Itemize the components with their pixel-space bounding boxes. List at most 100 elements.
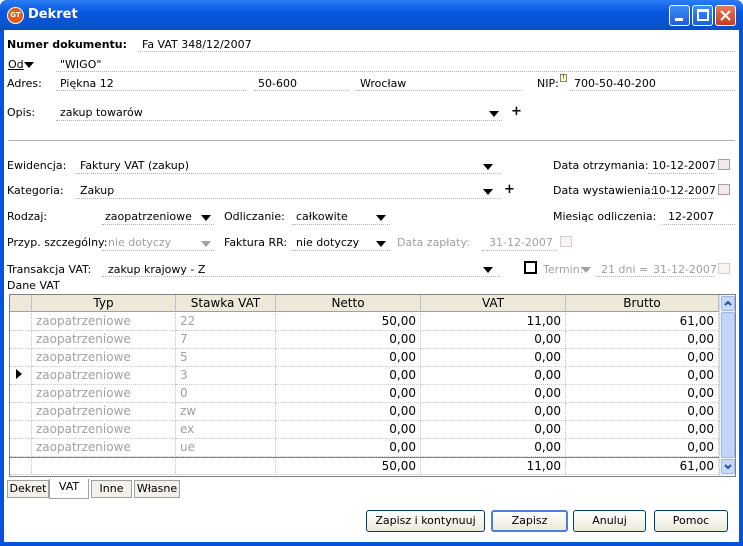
save-button[interactable]: Zapisz xyxy=(491,510,568,532)
postal-field[interactable]: 50-600 xyxy=(258,77,297,90)
cell-vat[interactable]: 0,00 xyxy=(421,385,566,403)
grid-header-stawka[interactable]: Stawka VAT xyxy=(176,295,276,312)
cell-stawka[interactable]: zw xyxy=(176,403,276,421)
cell-typ[interactable]: zaopatrzeniowe xyxy=(32,439,176,457)
cell-netto[interactable]: 0,00 xyxy=(276,349,421,367)
cell-stawka[interactable]: 5 xyxy=(176,349,276,367)
cell-stawka[interactable]: 7 xyxy=(176,331,276,349)
grid-header-brutto[interactable]: Brutto xyxy=(566,295,719,312)
transakcja-select[interactable]: zakup krajowy - Z xyxy=(108,263,205,276)
grid-header-netto[interactable]: Netto xyxy=(276,295,421,312)
row-indicator[interactable] xyxy=(10,313,32,331)
przyp-select[interactable]: nie dotyczy xyxy=(108,236,171,249)
cell-netto[interactable]: 50,00 xyxy=(276,313,421,331)
termin-date-field[interactable]: 31-12-2007 xyxy=(653,263,717,276)
help-button[interactable]: Pomoc xyxy=(654,510,728,532)
opis-add-icon[interactable]: + xyxy=(511,104,522,119)
tab-vat[interactable]: VAT xyxy=(49,479,89,499)
row-indicator[interactable] xyxy=(10,385,32,403)
cell-netto[interactable]: 0,00 xyxy=(276,421,421,439)
cell-stawka[interactable]: ex xyxy=(176,421,276,439)
cell-netto[interactable]: 0,00 xyxy=(276,439,421,457)
termin-chevron-down-icon[interactable] xyxy=(581,267,591,273)
row-indicator[interactable] xyxy=(10,367,32,385)
od-dropdown[interactable]: Od xyxy=(8,58,24,71)
cell-netto[interactable]: 0,00 xyxy=(276,385,421,403)
cell-vat[interactable]: 11,00 xyxy=(421,313,566,331)
cell-brutto[interactable]: 0,00 xyxy=(566,403,719,421)
cell-typ[interactable]: zaopatrzeniowe xyxy=(32,367,176,385)
cell-netto[interactable]: 0,00 xyxy=(276,367,421,385)
cell-vat[interactable]: 0,00 xyxy=(421,349,566,367)
od-chevron-down-icon[interactable] xyxy=(24,62,34,68)
cell-typ[interactable]: zaopatrzeniowe xyxy=(32,313,176,331)
odliczanie-chevron-down-icon[interactable] xyxy=(376,215,386,221)
cell-netto[interactable]: 0,00 xyxy=(276,403,421,421)
cell-typ[interactable]: zaopatrzeniowe xyxy=(32,331,176,349)
calendar-icon[interactable] xyxy=(718,159,730,170)
ewidencja-chevron-down-icon[interactable] xyxy=(483,164,493,170)
calendar-icon[interactable] xyxy=(718,184,730,195)
cell-typ[interactable]: zaopatrzeniowe xyxy=(32,349,176,367)
kategoria-add-icon[interactable]: + xyxy=(504,182,515,197)
cell-brutto[interactable]: 0,00 xyxy=(566,331,719,349)
row-indicator[interactable] xyxy=(10,403,32,421)
scroll-down-button[interactable] xyxy=(721,459,735,474)
tab-inne[interactable]: Inne xyxy=(91,480,132,498)
opis-field[interactable]: zakup towarów xyxy=(60,106,143,119)
od-field[interactable]: "WIGO" xyxy=(60,58,101,71)
cell-brutto[interactable]: 0,00 xyxy=(566,367,719,385)
cancel-button[interactable]: Anuluj xyxy=(573,510,646,532)
row-indicator[interactable] xyxy=(10,349,32,367)
cell-typ[interactable]: zaopatrzeniowe xyxy=(32,421,176,439)
title-bar[interactable]: GT Dekret xyxy=(0,0,743,30)
cell-vat[interactable]: 0,00 xyxy=(421,421,566,439)
data-otrzymania-field[interactable]: 10-12-2007 xyxy=(652,159,716,172)
cell-netto[interactable]: 0,00 xyxy=(276,331,421,349)
nip-info-icon[interactable]: ! xyxy=(560,74,567,82)
grid-header-vat[interactable]: VAT xyxy=(421,295,566,312)
calendar-icon[interactable] xyxy=(560,236,572,247)
cell-vat[interactable]: 0,00 xyxy=(421,439,566,457)
row-indicator[interactable] xyxy=(10,331,32,349)
przyp-chevron-down-icon[interactable] xyxy=(201,241,211,247)
scroll-thumb[interactable] xyxy=(721,312,735,458)
opis-chevron-down-icon[interactable] xyxy=(489,111,499,117)
miesiac-field[interactable]: 12-2007 xyxy=(668,210,714,223)
cell-brutto[interactable]: 61,00 xyxy=(566,313,719,331)
cell-vat[interactable]: 0,00 xyxy=(421,331,566,349)
grid-scrollbar[interactable] xyxy=(719,295,735,476)
termin-checkbox[interactable] xyxy=(524,261,537,274)
faktura-rr-select[interactable]: nie dotyczy xyxy=(296,236,359,249)
kategoria-select[interactable]: Zakup xyxy=(80,184,114,197)
scroll-up-button[interactable] xyxy=(721,296,735,311)
data-zaplaty-field[interactable]: 31-12-2007 xyxy=(489,236,553,249)
kategoria-chevron-down-icon[interactable] xyxy=(483,189,493,195)
cell-brutto[interactable]: 0,00 xyxy=(566,385,719,403)
cell-stawka[interactable]: 22 xyxy=(176,313,276,331)
cell-stawka[interactable]: 0 xyxy=(176,385,276,403)
cell-vat[interactable]: 0,00 xyxy=(421,403,566,421)
row-indicator[interactable] xyxy=(10,421,32,439)
tab-dekret[interactable]: Dekret xyxy=(7,480,49,498)
maximize-button[interactable] xyxy=(692,5,713,26)
cell-vat[interactable]: 0,00 xyxy=(421,367,566,385)
rodzaj-chevron-down-icon[interactable] xyxy=(201,215,211,221)
cell-brutto[interactable]: 0,00 xyxy=(566,439,719,457)
cell-stawka[interactable]: ue xyxy=(176,439,276,457)
cell-typ[interactable]: zaopatrzeniowe xyxy=(32,403,176,421)
cell-brutto[interactable]: 0,00 xyxy=(566,421,719,439)
odliczanie-select[interactable]: całkowite xyxy=(296,210,348,223)
faktura-rr-chevron-down-icon[interactable] xyxy=(376,241,386,247)
cell-typ[interactable]: zaopatrzeniowe xyxy=(32,385,176,403)
calendar-icon[interactable] xyxy=(718,263,730,274)
cell-brutto[interactable]: 0,00 xyxy=(566,349,719,367)
street-field[interactable]: Piękna 12 xyxy=(60,77,114,90)
row-indicator[interactable] xyxy=(10,439,32,457)
minimize-button[interactable] xyxy=(669,5,690,26)
grid-header-typ[interactable]: Typ xyxy=(32,295,176,312)
rodzaj-select[interactable]: zaopatrzeniowe xyxy=(105,210,192,223)
vat-grid[interactable]: Typ Stawka VAT Netto VAT Brutto zaopatrz… xyxy=(9,294,736,477)
tab-wlasne[interactable]: Własne xyxy=(134,480,180,498)
city-field[interactable]: Wrocław xyxy=(360,77,406,90)
